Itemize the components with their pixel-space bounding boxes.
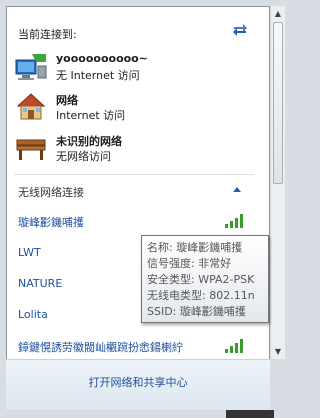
taskbar-fragment	[226, 410, 274, 418]
signal-strength-icon	[225, 339, 243, 353]
connection-name: yoooooooooo~	[56, 52, 148, 65]
scrollbar-thumb[interactable]	[273, 22, 283, 184]
connection-name: 网络	[56, 94, 78, 107]
wifi-network-item[interactable]: 璇峰彲鐖哺擭	[10, 210, 250, 232]
wifi-network-name: NATURE	[18, 277, 63, 290]
wifi-network-name: LWT	[18, 246, 41, 259]
bench-network-icon	[16, 139, 46, 160]
signal-strength-icon	[225, 214, 243, 228]
connection-status: Internet 访问	[56, 109, 126, 122]
wifi-network-name: 璇峰彲鐖哺擭	[18, 216, 84, 229]
scroll-up-arrow-icon[interactable]: ▲	[271, 6, 285, 21]
home-network-icon	[16, 93, 46, 120]
computer-network-icon	[15, 54, 47, 80]
connection-item[interactable]: 网络 Internet 访问	[14, 88, 254, 128]
connection-status: 无 Internet 访问	[56, 69, 140, 82]
connection-item[interactable]: 未识别的网络 无网络访问	[14, 129, 254, 169]
current-connection-title: 当前连接到:	[18, 28, 77, 41]
scroll-down-arrow-icon[interactable]: ▼	[271, 344, 285, 359]
flyout-footer: 打开网络和共享中心	[6, 359, 270, 410]
tooltip-signal-row: 信号强度: 非常好	[147, 257, 232, 270]
wifi-network-item[interactable]: 鏱鍵愰誘劳徽閥屾欟踠扮悆鍚楋紵	[10, 335, 250, 357]
connection-status: 无网络访问	[56, 150, 111, 163]
tooltip-security-row: 安全类型: WPA2-PSK	[147, 273, 255, 286]
wifi-network-name: 鏱鍵愰誘劳徽閥屾欟踠扮悆鍚楋紵	[18, 341, 183, 354]
connection-item[interactable]: yoooooooooo~ 无 Internet 访问	[14, 48, 254, 88]
open-network-sharing-center-link[interactable]: 打开网络和共享中心	[6, 374, 270, 390]
wireless-section-label: 无线网络连接	[18, 186, 84, 199]
tooltip-ssid-row: SSID: 璇峰彲鐖哺擭	[147, 305, 246, 318]
section-divider	[14, 174, 254, 175]
tooltip-radio-row: 无线电类型: 802.11n	[147, 289, 255, 302]
refresh-icon[interactable]	[231, 21, 249, 39]
wifi-network-name: Lolita	[18, 308, 48, 321]
collapse-chevron-icon[interactable]	[231, 184, 243, 194]
vertical-scrollbar[interactable]: ▲ ▼	[270, 6, 285, 359]
network-details-tooltip: 名称: 璇峰彲鐖哺擭 信号强度: 非常好 安全类型: WPA2-PSK 无线电类…	[141, 235, 269, 323]
tooltip-name-row: 名称: 璇峰彲鐖哺擭	[147, 241, 243, 254]
connection-name: 未识别的网络	[56, 135, 122, 148]
